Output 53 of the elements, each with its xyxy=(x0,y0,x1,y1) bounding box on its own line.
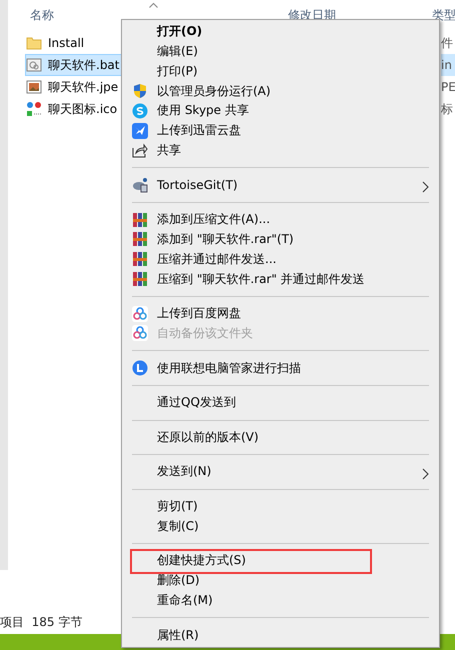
menu-item[interactable]: 创建快捷方式(S) xyxy=(122,551,439,571)
file-row[interactable]: 聊天软件.bat xyxy=(25,54,121,76)
file-row[interactable]: 聊天软件.jpe xyxy=(25,76,121,98)
column-header[interactable]: 名称 xyxy=(30,7,54,24)
menu-item[interactable]: TortoiseGit(T) xyxy=(122,175,439,195)
file-name: 聊天图标.ico xyxy=(48,100,118,118)
status-text: 项目 185 字节 xyxy=(0,614,82,630)
bird-icon xyxy=(132,122,148,139)
cloud-icon xyxy=(132,306,148,322)
file-name: 聊天软件.bat xyxy=(48,56,120,74)
menu-item[interactable]: 使用 Skype 共享 xyxy=(122,101,439,121)
menu-item[interactable]: 通过QQ发送到 xyxy=(122,392,439,413)
menu-item[interactable]: 打开(O) xyxy=(122,22,439,42)
archive-icon xyxy=(132,271,148,288)
file-type: 件 xyxy=(441,34,454,52)
menu-item[interactable]: 压缩到 "聊天软件.rar" 并通过邮件发送 xyxy=(122,269,439,289)
menu-item[interactable]: 打印(P) xyxy=(122,62,439,82)
menu-item[interactable]: 还原以前的版本(V) xyxy=(122,427,439,448)
menu-item[interactable]: 剪切(T) xyxy=(122,496,439,516)
skype-icon xyxy=(132,102,148,119)
menu-item[interactable]: 发送到(N) xyxy=(122,462,439,482)
cloud-icon xyxy=(132,325,148,342)
menu-item[interactable]: 压缩并通过邮件发送... xyxy=(122,249,439,270)
image-file-icon xyxy=(26,101,42,117)
menu-item[interactable]: 重命名(M) xyxy=(122,590,439,610)
archive-icon xyxy=(132,231,148,248)
file-name: Install xyxy=(48,36,84,50)
archive-icon xyxy=(132,212,148,228)
file-row[interactable]: 聊天图标.ico xyxy=(25,98,121,120)
menu-item[interactable]: 以管理员身份运行(A) xyxy=(122,81,439,102)
file-type: in xyxy=(441,54,455,76)
folder-icon xyxy=(26,35,42,51)
file-row[interactable]: Install xyxy=(25,32,121,54)
file-name: 聊天软件.jpe xyxy=(48,78,118,96)
menu-item[interactable]: 编辑(E) xyxy=(122,42,439,62)
archive-icon xyxy=(132,251,148,268)
scrollbar[interactable] xyxy=(0,0,8,570)
shield-icon xyxy=(132,83,148,100)
share-icon xyxy=(132,142,148,158)
image-file-icon xyxy=(26,79,42,95)
menu-item[interactable]: 上传到百度网盘 xyxy=(122,304,439,324)
menu-item[interactable]: 上传到迅雷云盘 xyxy=(122,120,439,141)
scan-icon xyxy=(132,360,148,376)
file-type: PE xyxy=(441,79,455,96)
gear-file-icon xyxy=(26,57,42,73)
menu-item[interactable]: 添加到压缩文件(A)... xyxy=(122,210,439,230)
menu-item[interactable]: 属性(R) xyxy=(122,625,439,645)
menu-item[interactable]: 复制(C) xyxy=(122,516,439,536)
menu-item[interactable]: 共享 xyxy=(122,140,439,160)
file-type: 标 xyxy=(441,100,454,118)
menu-item[interactable]: 删除(D) xyxy=(122,570,439,591)
menu-item[interactable]: 使用联想电脑管家进行扫描 xyxy=(122,358,439,378)
menu-item[interactable]: 添加到 "聊天软件.rar"(T) xyxy=(122,230,439,250)
